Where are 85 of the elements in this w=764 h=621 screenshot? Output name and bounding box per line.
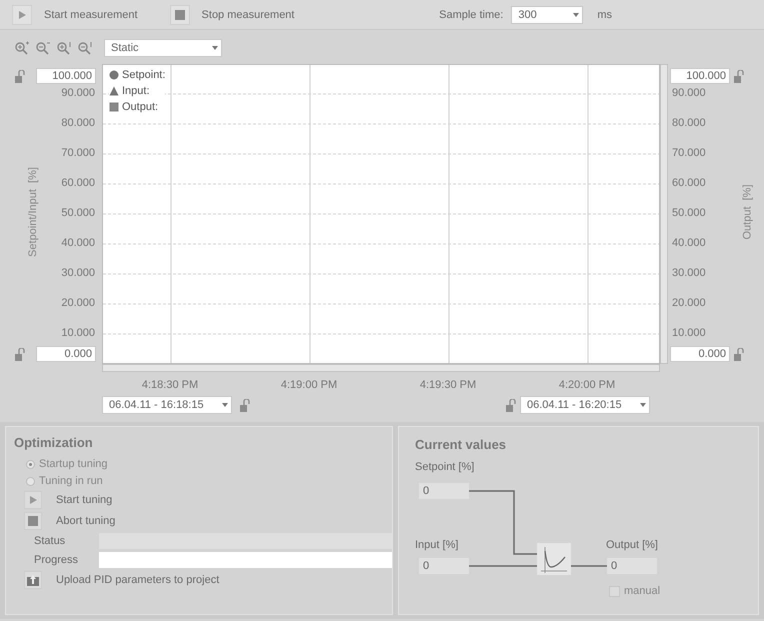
axis-min-field[interactable]: 0.000 xyxy=(36,346,96,362)
vertical-scrollbar[interactable] xyxy=(660,64,668,364)
axis-tick-label: 80.000 xyxy=(61,117,95,129)
sample-time-label: Sample time: xyxy=(439,8,504,20)
caret-icon xyxy=(221,401,229,409)
axis-tick-label: 10.000 xyxy=(672,327,706,339)
play-button[interactable] xyxy=(24,491,42,509)
lock-icon[interactable] xyxy=(240,399,250,412)
lock-icon[interactable] xyxy=(15,348,25,361)
stop-measurement-label[interactable]: Stop measurement xyxy=(202,8,294,20)
legend-square-icon xyxy=(109,102,119,112)
stop-button[interactable] xyxy=(170,4,190,24)
axis-tick-label: 60.000 xyxy=(61,177,95,189)
zoom-in-icon[interactable] xyxy=(56,41,72,55)
lock-icon[interactable] xyxy=(734,70,744,83)
time-tick-label: 4:18:30 PM xyxy=(142,379,198,391)
sample-time-dropdown[interactable]: 300 xyxy=(511,6,584,24)
panel-title: Current values xyxy=(415,437,506,452)
abort-tuning-label[interactable]: Abort tuning xyxy=(56,515,116,527)
connector-line xyxy=(469,565,537,567)
status-label: Status xyxy=(34,535,66,547)
lock-icon[interactable] xyxy=(15,70,25,83)
axis-tick-label: 30.000 xyxy=(61,267,95,279)
axis-tick-label: 90.000 xyxy=(672,87,706,99)
upload-button[interactable] xyxy=(24,571,42,589)
end-time-dropdown[interactable]: 06.04.11 - 16:20:15 xyxy=(520,396,650,414)
axis-max-field[interactable]: 100.000 xyxy=(670,68,730,84)
start-time-dropdown[interactable]: 06.04.11 - 16:18:15 xyxy=(102,396,232,414)
setpoint-value-field: 0 xyxy=(419,483,469,499)
connector-line xyxy=(469,490,537,555)
axis-tick-label: 40.000 xyxy=(61,237,95,249)
upload-label[interactable]: Upload PID parameters to project xyxy=(56,574,220,586)
output-label: Output [%] xyxy=(606,539,658,551)
axis-tick-label: 70.000 xyxy=(61,147,95,159)
stop-icon xyxy=(27,515,39,527)
controller-block xyxy=(537,543,571,575)
legend-label: Setpoint: xyxy=(122,69,166,81)
caret-icon xyxy=(572,10,580,18)
input-label: Input [%] xyxy=(415,539,458,551)
lock-icon[interactable] xyxy=(506,399,516,412)
play-icon xyxy=(27,494,39,506)
play-icon xyxy=(16,8,28,20)
caret-icon xyxy=(639,401,647,409)
time-tick-label: 4:19:30 PM xyxy=(420,379,476,391)
axis-tick-label: 70.000 xyxy=(672,147,706,159)
horizontal-scrollbar[interactable] xyxy=(102,364,660,372)
output-value-field: 0 xyxy=(607,558,657,574)
axis-tick-label: 60.000 xyxy=(672,177,706,189)
legend-circle-icon xyxy=(109,70,119,80)
upload-icon xyxy=(27,574,39,586)
axis-max-field[interactable]: 100.000 xyxy=(36,68,96,84)
start-tuning-label[interactable]: Start tuning xyxy=(56,494,112,506)
unit-label: ms xyxy=(597,8,612,20)
time-tick-label: 4:20:00 PM xyxy=(558,379,616,391)
caret-icon xyxy=(211,44,219,52)
axis-tick-label: 50.000 xyxy=(61,207,95,219)
axis-tick-label: 50.000 xyxy=(672,207,706,219)
axis-tick-label: 80.000 xyxy=(672,117,706,129)
axis-title: Setpoint/Input [%] xyxy=(26,167,39,257)
axis-tick-label: 20.000 xyxy=(672,297,706,309)
axis-tick-label: 10.000 xyxy=(61,327,95,339)
connector-line xyxy=(571,565,607,567)
zoom-out-icon[interactable] xyxy=(77,41,93,55)
progress-label: Progress xyxy=(34,554,80,566)
axis-title: Output [%] xyxy=(742,184,754,240)
play-button[interactable] xyxy=(12,4,32,24)
axis-tick-label: 40.000 xyxy=(672,237,706,249)
view-mode-dropdown[interactable]: Static xyxy=(104,39,222,57)
input-value-field: 0 xyxy=(419,558,469,574)
stop-button[interactable] xyxy=(24,512,42,530)
axis-tick-label: 90.000 xyxy=(61,87,95,99)
time-tick-label: 4:19:00 PM xyxy=(280,379,338,391)
legend-triangle-icon xyxy=(109,86,119,96)
start-measurement-label[interactable]: Start measurement xyxy=(44,8,138,20)
axis-tick-label: 20.000 xyxy=(61,297,95,309)
legend-label: Output: xyxy=(122,101,158,113)
zoom-out-icon[interactable] xyxy=(35,41,51,55)
zoom-in-icon[interactable] xyxy=(14,41,30,55)
axis-tick-label: 30.000 xyxy=(672,267,706,279)
setpoint-label: Setpoint [%] xyxy=(415,461,474,473)
legend-label: Input: xyxy=(122,85,150,97)
axis-min-field[interactable]: 0.000 xyxy=(670,346,730,362)
stop-icon xyxy=(174,8,186,20)
lock-icon[interactable] xyxy=(734,348,744,361)
panel-title: Optimization xyxy=(14,435,94,450)
